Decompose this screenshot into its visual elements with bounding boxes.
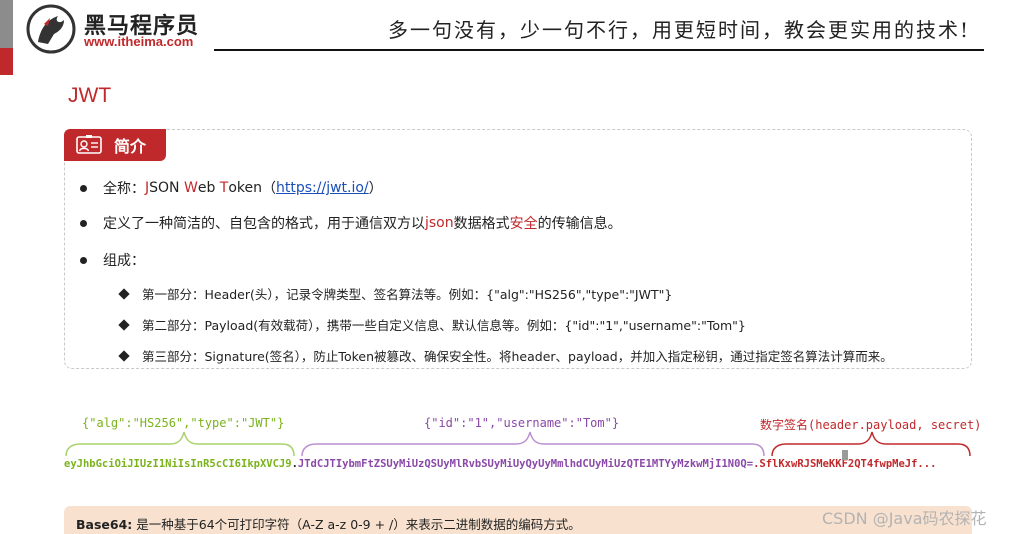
horse-logo-icon <box>26 4 76 54</box>
bullet-dot <box>80 219 87 227</box>
base64-text: 是一种基于64个可打印字符（A-Z a-z 0-9 + /）来表示二进制数据的编… <box>136 517 581 532</box>
bullet-dot <box>80 256 87 264</box>
payload-json-label: {"id":"1","username":"Tom"} <box>424 416 620 430</box>
token-payload-segment: JTdCJTIybmFtZSUyMiUzQSUyMlRvbSUyMiUyQyUy… <box>297 458 754 470</box>
part-payload: 第二部分：Payload(有效载荷），携带一些自定义信息、默认信息等。例如：{"… <box>118 315 746 334</box>
fullname-t: T <box>219 180 229 196</box>
brand-url: www.itheima.com <box>84 34 194 49</box>
definition-text-a: 定义了一种简洁的、自包含的格式，用于通信双方以 <box>103 216 425 232</box>
diamond-bullet-icon <box>118 349 130 362</box>
header-divider <box>214 49 984 51</box>
part-payload-text: 第二部分：Payload(有效载荷），携带一些自定义信息、默认信息等。例如：{"… <box>142 318 746 333</box>
diamond-bullet-icon <box>118 318 130 331</box>
fullname-son: SON <box>149 180 180 196</box>
left-gray-strip <box>0 0 13 48</box>
base64-title: Base64: <box>76 517 133 532</box>
paren-close: ） <box>368 181 383 197</box>
bullet-definition: 定义了一种简洁的、自包含的格式，用于通信双方以 json 数据格式 安全 的传输信息。 <box>80 213 622 233</box>
paren-open: （ <box>262 181 277 197</box>
bullet-fullname: 全称： J SON Web Token （https://jwt.io/） <box>80 178 383 198</box>
intro-tag-label: 简介 <box>114 137 147 156</box>
fullname-w: W <box>183 180 198 196</box>
definition-text-b: 数据格式 <box>453 216 510 232</box>
diamond-bullet-icon <box>118 287 130 300</box>
slogan: 多一句没有，少一句不行，用更短时间，教会更实用的技术! <box>388 18 971 42</box>
fullname-oken: oken <box>228 180 263 196</box>
page-title: JWT <box>68 84 112 107</box>
composition-label: 组成： <box>103 253 145 269</box>
payload-bracket <box>301 431 765 457</box>
jwt-io-link[interactable]: https://jwt.io/ <box>276 180 369 196</box>
part-signature-text: 第三部分：Signature(签名），防止Token被篡改、确保安全性。将hea… <box>142 349 893 364</box>
mouse-cursor-icon <box>842 450 848 460</box>
definition-json: json <box>425 215 454 231</box>
header-bracket <box>65 431 295 457</box>
definition-text-c: 的传输信息。 <box>537 216 622 232</box>
fullname-eb: eb <box>197 180 216 196</box>
part-header-text: 第一部分：Header(头），记录令牌类型、签名算法等。例如：{"alg":"H… <box>142 287 673 302</box>
csdn-watermark: CSDN @Java码农探花 <box>822 509 987 528</box>
token-header-segment: eyJhbGciOiJIUzI1NiIsInR5cCI6IkpXVCJ9 <box>64 458 292 470</box>
bullet-dot <box>80 184 87 192</box>
segment-brackets <box>65 431 971 457</box>
part-header: 第一部分：Header(头），记录令牌类型、签名算法等。例如：{"alg":"H… <box>118 284 673 303</box>
bullet-composition: 组成： <box>80 250 145 270</box>
signature-bracket <box>771 431 971 457</box>
part-signature: 第三部分：Signature(签名），防止Token被篡改、确保安全性。将hea… <box>118 346 893 365</box>
id-card-icon <box>76 135 102 154</box>
definition-safe: 安全 <box>509 216 538 232</box>
intro-tag: 简介 <box>64 129 166 161</box>
fullname-prefix: 全称： <box>103 181 145 197</box>
jwt-token: eyJhbGciOiJIUzI1NiIsInR5cCI6IkpXVCJ9.JTd… <box>64 458 936 470</box>
header-json-label: {"alg":"HS256","type":"JWT"} <box>82 416 285 430</box>
